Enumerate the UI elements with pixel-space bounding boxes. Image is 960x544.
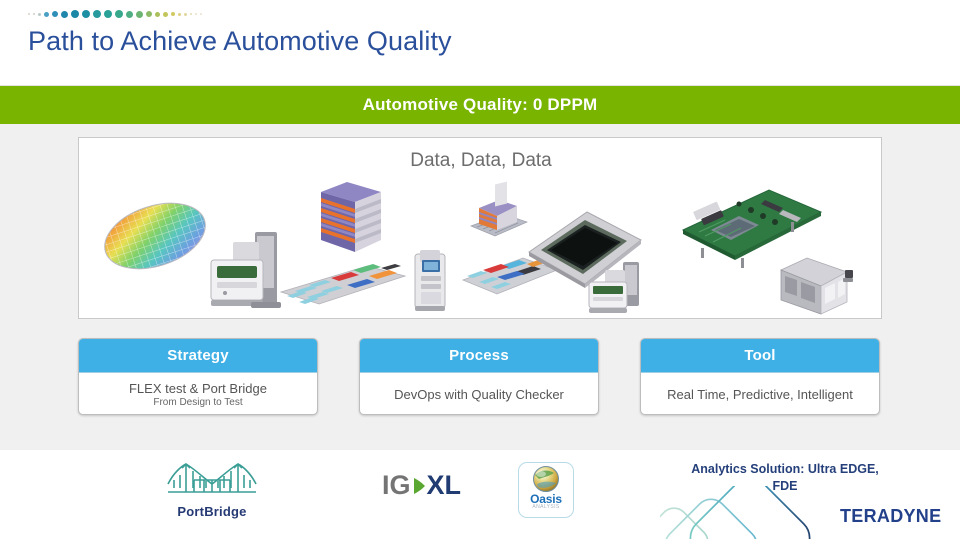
green-chevron-icon bbox=[413, 477, 425, 494]
data-panel-title: Data, Data, Data bbox=[410, 150, 552, 171]
slide-body: Data, Data, Data Strategy FLEX test & Po… bbox=[0, 124, 960, 450]
decorative-dot-strip bbox=[28, 6, 202, 22]
card-process-text: DevOps with Quality Checker bbox=[394, 387, 564, 402]
banner-text: Automotive Quality: 0 DPPM bbox=[362, 95, 598, 114]
slide-root: Path to Achieve Automotive Quality Autom… bbox=[0, 0, 960, 544]
page-title: Path to Achieve Automotive Quality bbox=[28, 26, 452, 56]
card-process-header: Process bbox=[360, 339, 598, 373]
wafer-and-prober-icon bbox=[104, 202, 281, 308]
card-strategy-title: Strategy bbox=[167, 347, 229, 364]
package-and-chip-icon bbox=[461, 181, 642, 313]
die-stack-and-tray-icon bbox=[279, 182, 446, 311]
card-tool-header: Tool bbox=[641, 339, 879, 373]
card-process-body: DevOps with Quality Checker bbox=[360, 373, 598, 414]
card-process[interactable]: Process DevOps with Quality Checker bbox=[359, 338, 599, 415]
header-dot-5 bbox=[61, 10, 68, 18]
graphic-die-stack-and-tray bbox=[275, 180, 475, 318]
data-panel: Data, Data, Data bbox=[78, 137, 882, 319]
logo-igxl-ig: IG bbox=[382, 470, 411, 500]
header-dot-16 bbox=[171, 12, 175, 16]
header-dot-6 bbox=[71, 10, 79, 18]
header-dot-15 bbox=[163, 11, 168, 17]
logo-igxl[interactable]: IG XL bbox=[382, 470, 461, 501]
header-dot-10 bbox=[115, 10, 123, 18]
header-dot-17 bbox=[178, 12, 181, 16]
header-dot-1 bbox=[33, 13, 35, 15]
card-tool-body: Real Time, Predictive, Intelligent bbox=[641, 373, 879, 414]
header-dot-12 bbox=[136, 10, 143, 18]
card-strategy-text: FLEX test & Port Bridge bbox=[128, 381, 267, 396]
slide-header: Path to Achieve Automotive Quality bbox=[0, 0, 960, 86]
header-dot-20 bbox=[195, 13, 197, 15]
pcb-and-tester-icon bbox=[681, 189, 853, 315]
analytics-line-1: Analytics Solution: Ultra EDGE, bbox=[691, 462, 879, 476]
logo-oasis[interactable]: Oasis ANALYSIS bbox=[518, 462, 574, 518]
header-dot-3 bbox=[44, 11, 49, 17]
header-dot-2 bbox=[38, 12, 41, 16]
card-process-title: Process bbox=[449, 347, 509, 364]
card-strategy-subtext: From Design to Test bbox=[153, 397, 243, 408]
logo-portbridge[interactable]: PortBridge bbox=[162, 458, 262, 519]
header-dot-8 bbox=[93, 10, 101, 18]
graphic-package-and-chip bbox=[461, 180, 661, 318]
header-dot-0 bbox=[28, 13, 30, 15]
header-dot-11 bbox=[126, 10, 133, 18]
globe-icon bbox=[533, 466, 559, 492]
header-dot-4 bbox=[52, 11, 58, 17]
bridge-icon bbox=[167, 463, 257, 493]
card-strategy-header: Strategy bbox=[79, 339, 317, 373]
card-tool-title: Tool bbox=[744, 347, 776, 364]
card-tool[interactable]: Tool Real Time, Predictive, Intelligent bbox=[640, 338, 880, 415]
card-strategy-body: FLEX test & Port Bridge From Design to T… bbox=[79, 373, 317, 414]
graphics-row bbox=[79, 180, 883, 318]
logo-portbridge-label: PortBridge bbox=[177, 504, 247, 519]
header-dot-19 bbox=[190, 13, 192, 15]
header-dot-13 bbox=[146, 11, 152, 17]
automotive-quality-banner: Automotive Quality: 0 DPPM bbox=[0, 86, 960, 124]
header-dot-21 bbox=[200, 13, 202, 15]
header-dot-7 bbox=[82, 10, 90, 18]
card-tool-text: Real Time, Predictive, Intelligent bbox=[667, 387, 853, 402]
logo-oasis-sublabel: ANALYSIS bbox=[532, 504, 560, 510]
graphic-wafer-and-prober bbox=[99, 180, 299, 318]
teradyne-wordmark: TERADYNE bbox=[840, 506, 942, 526]
logo-igxl-xl: XL bbox=[426, 470, 462, 500]
header-dot-9 bbox=[104, 10, 112, 18]
header-dot-14 bbox=[155, 11, 160, 17]
card-strategy[interactable]: Strategy FLEX test & Port Bridge From De… bbox=[78, 338, 318, 415]
graphic-pcb-and-tester bbox=[671, 180, 871, 318]
header-dot-18 bbox=[184, 12, 187, 16]
